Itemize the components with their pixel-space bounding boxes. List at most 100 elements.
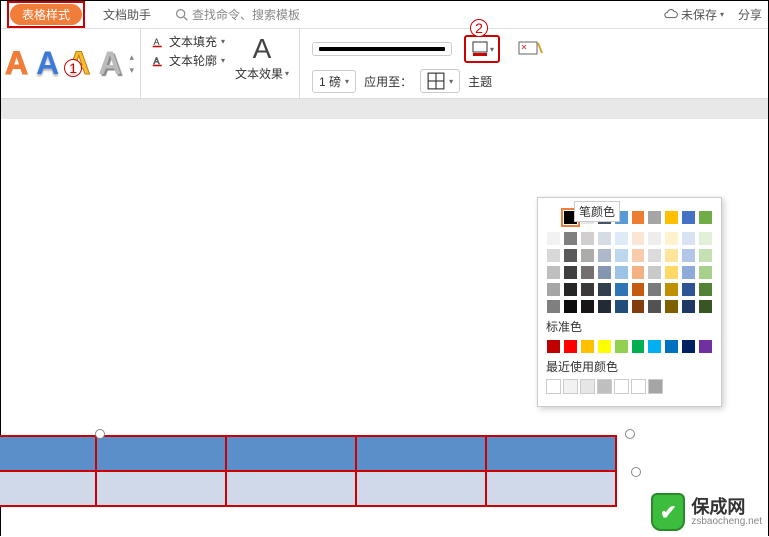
color-swatch[interactable]: [563, 265, 578, 280]
wordart-gallery[interactable]: A A 1 A A ▴ ▾: [1, 29, 141, 98]
color-swatch[interactable]: [597, 231, 612, 246]
color-swatch[interactable]: [614, 265, 629, 280]
color-swatch[interactable]: [614, 282, 629, 297]
color-swatch[interactable]: [681, 299, 696, 314]
apply-border-button[interactable]: ▾: [420, 69, 460, 93]
color-swatch[interactable]: [580, 282, 595, 297]
color-swatch[interactable]: [563, 299, 578, 314]
tab-doc-helper[interactable]: 文档助手: [103, 6, 151, 23]
color-swatch[interactable]: [563, 379, 578, 394]
color-swatch[interactable]: [580, 299, 595, 314]
color-swatch[interactable]: [614, 379, 629, 394]
text-effect-button[interactable]: A 文本效果▾: [235, 33, 289, 82]
color-swatch[interactable]: [647, 265, 662, 280]
color-swatch[interactable]: [698, 248, 713, 263]
table-row[interactable]: [0, 436, 616, 471]
color-swatch[interactable]: [698, 299, 713, 314]
color-swatch[interactable]: [563, 248, 578, 263]
color-swatch[interactable]: [681, 248, 696, 263]
color-swatch[interactable]: [631, 379, 646, 394]
color-swatch[interactable]: [664, 231, 679, 246]
color-swatch[interactable]: [580, 248, 595, 263]
color-swatch[interactable]: [563, 282, 578, 297]
table-object[interactable]: [0, 435, 617, 507]
color-swatch[interactable]: [681, 339, 696, 354]
text-fill-button[interactable]: A 文本填充 ▾: [151, 33, 225, 50]
color-swatch[interactable]: [614, 248, 629, 263]
color-swatch[interactable]: [664, 339, 679, 354]
color-swatch[interactable]: [664, 248, 679, 263]
color-swatch[interactable]: [580, 339, 595, 354]
color-swatch[interactable]: [546, 379, 561, 394]
color-swatch[interactable]: [681, 231, 696, 246]
color-swatch[interactable]: [563, 339, 578, 354]
color-swatch[interactable]: [546, 248, 561, 263]
color-swatch[interactable]: [631, 248, 646, 263]
color-swatch[interactable]: [698, 210, 713, 225]
save-status[interactable]: 未保存 ▾: [664, 6, 724, 23]
color-swatch[interactable]: [614, 299, 629, 314]
color-swatch[interactable]: [698, 282, 713, 297]
resize-handle[interactable]: [625, 429, 635, 439]
gallery-expand[interactable]: ▴ ▾: [129, 52, 134, 76]
color-swatch[interactable]: [631, 282, 646, 297]
share-button[interactable]: 分享: [738, 6, 762, 23]
eraser-button[interactable]: [512, 35, 548, 63]
pen-color-button[interactable]: 2 ▾: [464, 35, 500, 63]
wordart-style-4[interactable]: A: [98, 45, 121, 82]
color-swatch[interactable]: [631, 339, 646, 354]
resize-handle[interactable]: [631, 467, 641, 477]
color-swatch[interactable]: [631, 231, 646, 246]
color-swatch[interactable]: [546, 339, 561, 354]
color-swatch[interactable]: [597, 282, 612, 297]
tab-table-style[interactable]: 表格样式: [10, 4, 82, 25]
color-swatch[interactable]: [546, 299, 561, 314]
color-swatch[interactable]: [681, 210, 696, 225]
color-swatch[interactable]: [597, 299, 612, 314]
color-swatch[interactable]: [648, 379, 663, 394]
color-swatch[interactable]: [681, 265, 696, 280]
table-grid[interactable]: [0, 435, 617, 507]
wordart-style-1[interactable]: A: [5, 45, 28, 82]
color-swatch[interactable]: [631, 265, 646, 280]
color-swatch[interactable]: [664, 210, 679, 225]
color-swatch[interactable]: [647, 248, 662, 263]
border-style-combo[interactable]: [312, 42, 452, 56]
color-swatch[interactable]: [681, 282, 696, 297]
color-swatch[interactable]: [597, 248, 612, 263]
color-swatch[interactable]: [664, 265, 679, 280]
color-swatch[interactable]: [597, 379, 612, 394]
resize-handle[interactable]: [95, 429, 105, 439]
color-swatch[interactable]: [698, 339, 713, 354]
color-swatch[interactable]: [647, 210, 662, 225]
pen-color-popup: 笔颜色 标准色 最近使用颜色: [537, 197, 722, 407]
color-swatch[interactable]: [597, 339, 612, 354]
color-swatch[interactable]: [698, 231, 713, 246]
color-swatch[interactable]: [546, 282, 561, 297]
color-swatch[interactable]: [647, 339, 662, 354]
wordart-style-2[interactable]: A 1: [36, 45, 59, 82]
command-search[interactable]: 查找命令、搜索模板: [175, 6, 300, 23]
color-swatch[interactable]: [698, 265, 713, 280]
color-swatch[interactable]: [647, 299, 662, 314]
color-swatch[interactable]: [647, 231, 662, 246]
color-swatch[interactable]: [631, 299, 646, 314]
color-swatch[interactable]: [546, 231, 561, 246]
color-swatch[interactable]: [580, 379, 595, 394]
color-swatch[interactable]: [664, 282, 679, 297]
line-weight-combo[interactable]: 1 磅 ▾: [312, 70, 356, 93]
color-swatch[interactable]: [546, 210, 561, 225]
color-swatch[interactable]: [580, 231, 595, 246]
color-swatch[interactable]: [631, 210, 646, 225]
color-swatch[interactable]: [546, 265, 561, 280]
color-swatch[interactable]: [563, 231, 578, 246]
table-row[interactable]: [0, 471, 616, 506]
color-swatch[interactable]: [614, 339, 629, 354]
color-swatch[interactable]: [647, 282, 662, 297]
color-swatch[interactable]: [597, 265, 612, 280]
color-swatch[interactable]: [664, 299, 679, 314]
text-outline-button[interactable]: A 文本轮廓 ▾: [151, 52, 225, 69]
document-canvas[interactable]: 笔颜色 标准色 最近使用颜色 ✔ 保成网 zsbaocheng.net: [1, 119, 768, 537]
color-swatch[interactable]: [614, 231, 629, 246]
color-swatch[interactable]: [580, 265, 595, 280]
